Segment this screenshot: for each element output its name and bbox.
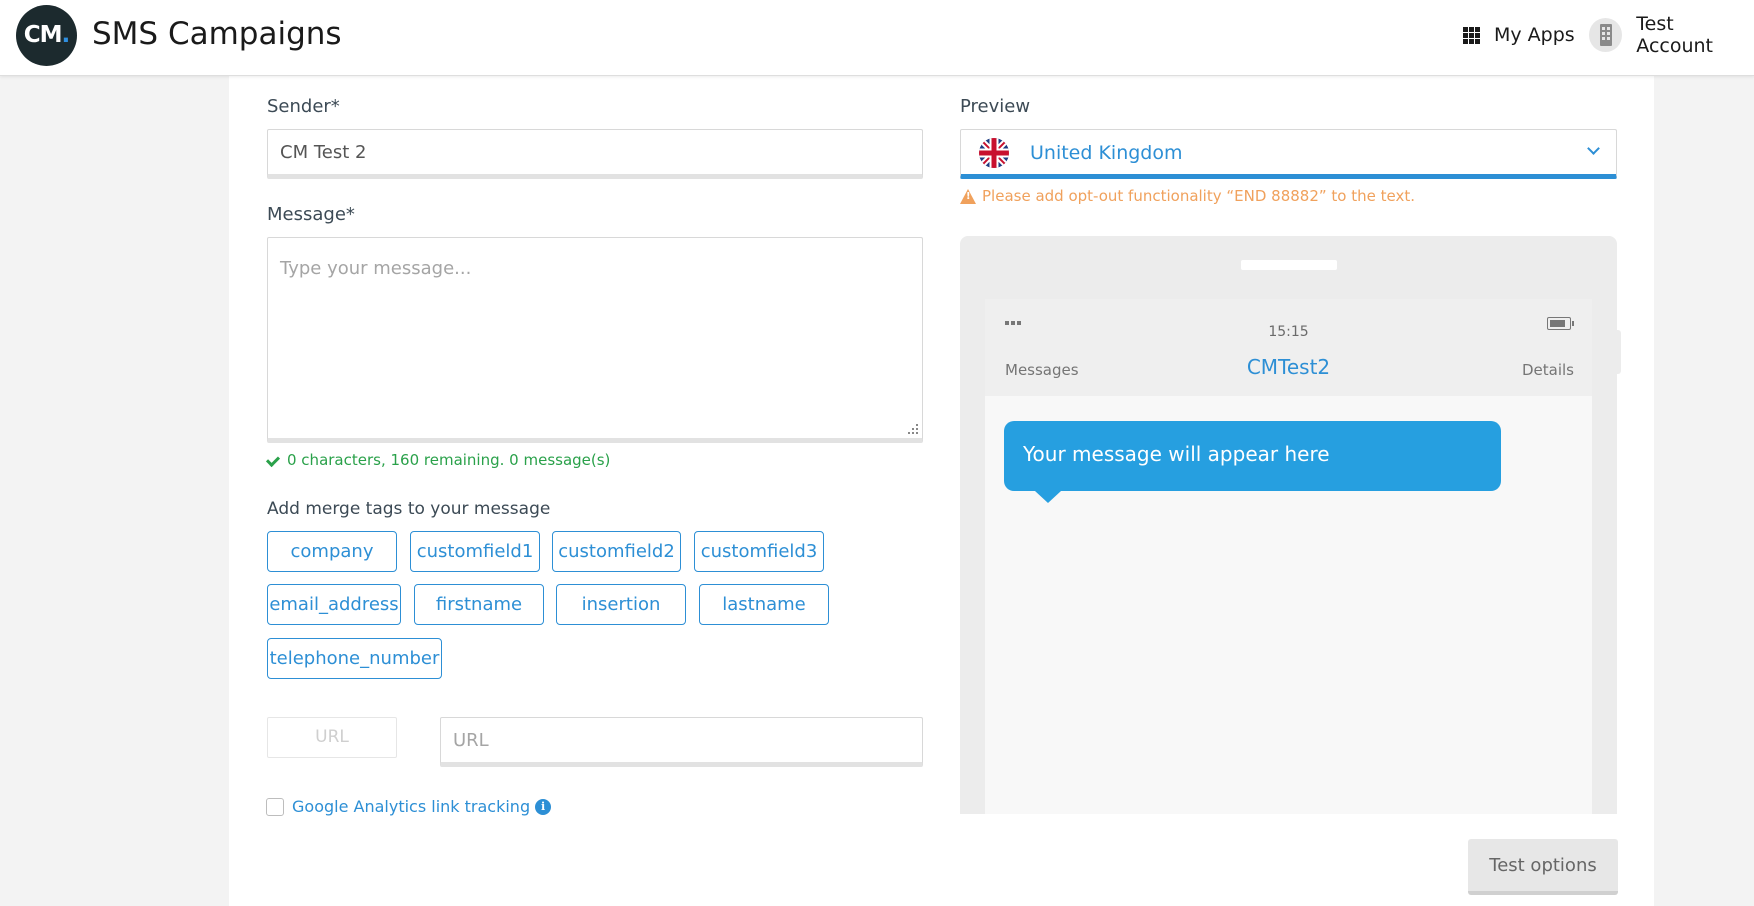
merge-tag-firstname[interactable]: firstname: [414, 584, 544, 625]
logo-dot: .: [61, 22, 71, 48]
opt-out-warning: Please add opt-out functionality “END 88…: [960, 187, 1415, 205]
merge-tag-customfield2[interactable]: customfield2: [552, 531, 681, 572]
bubble-tail: [1035, 491, 1061, 503]
details-link: Details: [1521, 361, 1574, 379]
phone-status-bar: 15:15 Messages CMTest2 Details: [985, 299, 1592, 396]
chevron-down-icon: [1587, 142, 1600, 155]
info-icon[interactable]: i: [535, 798, 552, 815]
apps-grid-icon: [1463, 26, 1480, 44]
logo-text: CM: [23, 22, 63, 48]
merge-tag-lastname[interactable]: lastname: [699, 584, 829, 625]
merge-tag-telephone-number[interactable]: telephone_number: [267, 638, 442, 679]
phone-preview: 15:15 Messages CMTest2 Details Your mess…: [960, 236, 1621, 814]
phone-screen: 15:15 Messages CMTest2 Details Your mess…: [985, 299, 1592, 814]
ga-tracking-option: Google Analytics link tracking i: [266, 797, 552, 816]
message-bubble: Your message will appear here: [1004, 421, 1501, 491]
warning-icon: [960, 188, 976, 204]
battery-icon: [1547, 317, 1574, 330]
phone-side-button: [1617, 330, 1621, 374]
counter-text: 0 characters, 160 remaining. 0 message(s…: [287, 451, 611, 469]
message-textarea[interactable]: [267, 237, 923, 443]
merge-tag-company[interactable]: company: [267, 531, 397, 572]
sender-label: Sender*: [267, 96, 340, 117]
merge-tag-customfield3[interactable]: customfield3: [694, 531, 824, 572]
contact-name: CMTest2: [1246, 355, 1331, 379]
phone-time: 15:15: [1268, 324, 1309, 340]
test-options-button[interactable]: Test options: [1468, 839, 1618, 895]
url-input[interactable]: [440, 717, 923, 767]
resize-grip-icon[interactable]: [908, 424, 918, 434]
merge-tags-label: Add merge tags to your message: [267, 499, 551, 519]
ga-tracking-label[interactable]: Google Analytics link tracking: [292, 797, 530, 816]
preview-label: Preview: [960, 96, 1031, 117]
character-counter: 0 characters, 160 remaining. 0 message(s…: [267, 451, 610, 469]
app-header: CM. SMS Campaigns My Apps Test Account: [0, 0, 1754, 76]
check-icon: [267, 454, 281, 466]
country-value: United Kingdom: [1030, 142, 1183, 164]
merge-tag-customfield1[interactable]: customfield1: [410, 531, 540, 572]
phone-speaker: [1241, 260, 1337, 270]
account-button[interactable]: Test Account: [1589, 13, 1754, 57]
country-select[interactable]: United Kingdom: [960, 129, 1617, 179]
account-label: Test Account: [1636, 13, 1714, 57]
app-title: SMS Campaigns: [92, 16, 342, 52]
my-apps-button[interactable]: My Apps: [1463, 22, 1575, 48]
merge-tag-email-address[interactable]: email_address: [267, 584, 401, 625]
building-icon: [1589, 18, 1623, 52]
my-apps-label: My Apps: [1494, 24, 1575, 46]
cm-logo[interactable]: CM.: [16, 5, 77, 66]
uk-flag-icon: [979, 138, 1009, 168]
ga-tracking-checkbox[interactable]: [266, 797, 284, 816]
message-label: Message*: [267, 204, 355, 225]
warning-text: Please add opt-out functionality “END 88…: [982, 187, 1416, 205]
url-type-button[interactable]: URL: [267, 717, 397, 758]
merge-tag-insertion[interactable]: insertion: [556, 584, 686, 625]
sender-input[interactable]: [267, 129, 923, 179]
